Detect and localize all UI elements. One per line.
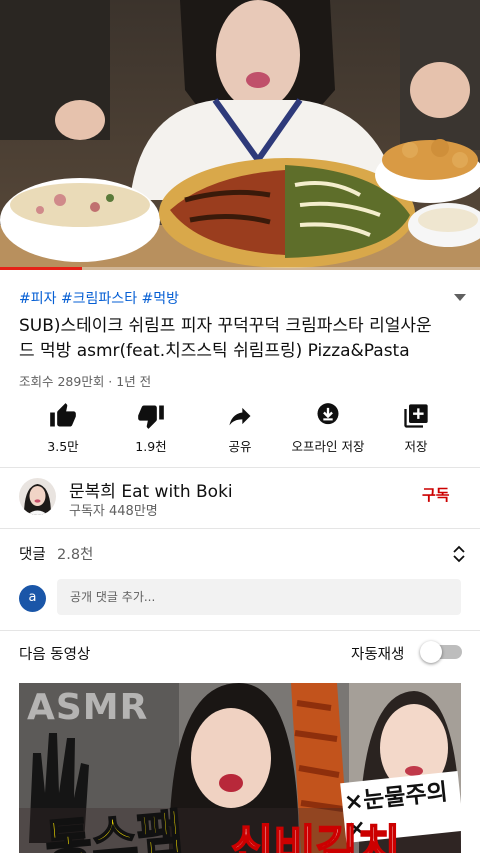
action-row: 3.5만 1.9천 공유 오프라인 저장 저장: [0, 402, 480, 458]
like-button[interactable]: 3.5만: [15, 402, 111, 455]
thumbnail-headline-right: 신비김치: [230, 819, 401, 853]
dislike-button[interactable]: 1.9천: [103, 402, 199, 455]
share-icon: [229, 407, 251, 426]
download-button[interactable]: 오프라인 저장: [280, 402, 376, 455]
channel-avatar-image: [19, 478, 56, 515]
expand-description-icon[interactable]: [454, 294, 466, 301]
divider: [0, 467, 480, 468]
thumbs-up-icon: [50, 403, 76, 427]
expand-comments-icon[interactable]: [452, 544, 466, 564]
dislike-count: 1.9천: [135, 439, 167, 454]
comment-input[interactable]: [57, 579, 461, 615]
thumbs-down-icon: [138, 405, 164, 429]
subscribe-button[interactable]: 구독: [422, 484, 450, 505]
thumbnail-badge: ASMR: [27, 687, 149, 728]
divider: [0, 528, 480, 529]
progress-bar[interactable]: [0, 267, 480, 270]
channel-avatar[interactable]: [19, 478, 56, 515]
download-label: 오프라인 저장: [291, 439, 365, 454]
save-label: 저장: [404, 439, 428, 454]
comments-count: 2.8천: [57, 547, 94, 563]
video-title[interactable]: SUB)스테이크 쉬림프 피자 꾸덕꾸덕 크림파스타 리얼사운드 먹방 asmr…: [19, 314, 439, 364]
hashtags[interactable]: #피자 #크림파스타 #먹방: [19, 288, 179, 308]
comments-label[interactable]: 댓글: [19, 543, 46, 564]
video-frame: [0, 0, 480, 270]
up-next-label: 다음 동영상: [19, 647, 91, 663]
share-button[interactable]: 공유: [192, 402, 288, 455]
video-player[interactable]: [0, 0, 480, 270]
video-meta: 조회수 289만회 · 1년 전: [19, 374, 152, 389]
toggle-knob: [420, 641, 442, 663]
autoplay-label: 자동재생: [351, 647, 405, 663]
next-video-thumbnail[interactable]: ASMR ×눈물주의× 통스팸 신비김치: [19, 683, 461, 853]
channel-name[interactable]: 문복희 Eat with Boki: [69, 477, 233, 502]
save-button[interactable]: 저장: [368, 402, 464, 455]
like-count: 3.5만: [47, 439, 79, 454]
user-avatar: a: [19, 585, 46, 612]
share-label: 공유: [228, 439, 252, 454]
divider: [0, 630, 480, 631]
autoplay-toggle[interactable]: [420, 641, 462, 663]
progress-bar-fill: [0, 267, 82, 270]
download-icon: [317, 403, 339, 425]
playlist-add-icon: [404, 404, 428, 428]
subscriber-count: 구독자 448만명: [69, 504, 158, 519]
